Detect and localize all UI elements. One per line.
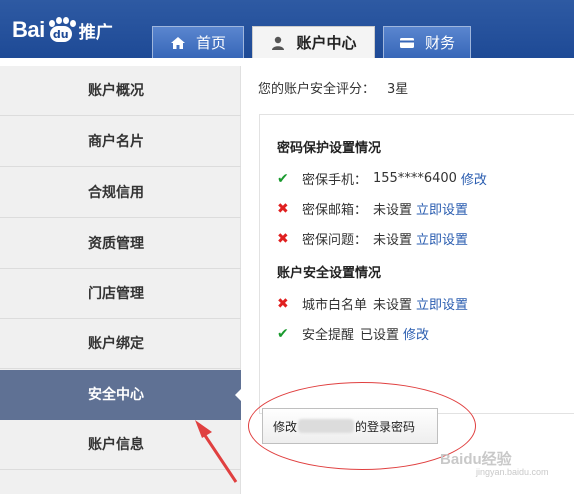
annotation-arrow [195,420,238,483]
watermark-text: Baidu经验 [440,451,512,468]
watermark-sub: jingyan.baidu.com [476,467,549,477]
baidu-jingyan-watermark: Baidu经验 jingyan.baidu.com [440,448,549,477]
